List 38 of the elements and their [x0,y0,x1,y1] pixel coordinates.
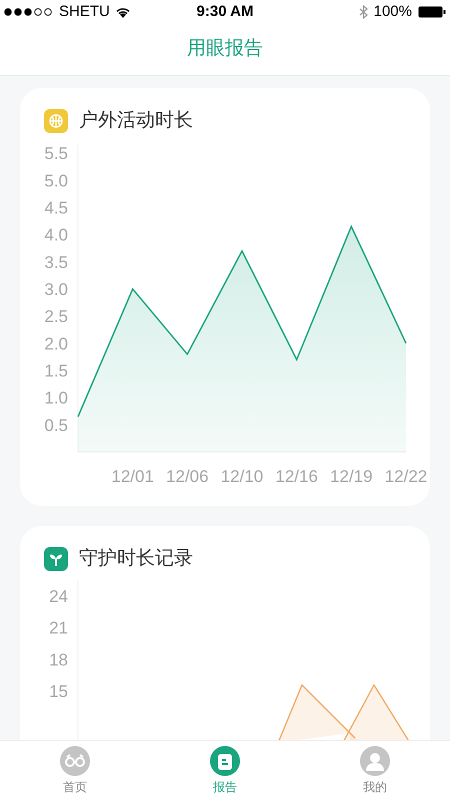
y-tick-label: 0.5 [44,416,68,435]
x-tick-label: 12/06 [166,467,209,486]
wifi-icon [114,6,131,18]
clipboard-icon [210,746,240,776]
y-tick-label: 3.5 [44,252,68,272]
card-title: 户外活动时长 [79,108,193,133]
y-tick-label: 1.5 [44,362,68,380]
tab-bar-item[interactable]: 我的 [300,741,450,800]
y-tick-label: 21 [49,618,68,638]
y-tick-label: 1.0 [44,388,68,408]
sprout-icon [44,547,68,571]
y-tick-label: 18 [49,650,68,670]
y-tick-label: 5.0 [44,171,68,190]
signal-icon [4,8,54,16]
glasses-icon [60,746,90,776]
y-tick-label: 15 [49,682,68,702]
page-title: 用眼报告 [187,37,263,62]
carrier-name: SHETU [59,2,110,22]
y-tick-label: 2.0 [44,334,68,354]
y-tick-label: 3.0 [44,280,68,299]
y-tick-label: 5.5 [44,144,68,164]
x-tick-label: 12/10 [220,467,264,486]
bluetooth-icon [358,5,368,19]
card-title: 守护时长记录 [79,546,193,571]
battery-percent: 100% [374,2,412,22]
y-tick-label: 4.0 [44,226,68,245]
y-tick-label: 4.5 [44,198,68,218]
y-tick-label: 2.5 [44,307,68,326]
tab-bar-item[interactable]: 首页 [0,741,150,800]
status-time: 9:30 AM [196,2,254,22]
x-tick-label: 12/01 [111,467,154,486]
tab-bar-item[interactable]: 报告 [150,741,300,800]
person-icon [360,746,390,776]
x-tick-label: 12/19 [330,467,373,486]
battery-icon [418,6,446,18]
x-tick-label: 12/22 [384,467,428,486]
y-tick-label: 24 [49,587,68,606]
x-tick-label: 12/16 [275,467,318,486]
